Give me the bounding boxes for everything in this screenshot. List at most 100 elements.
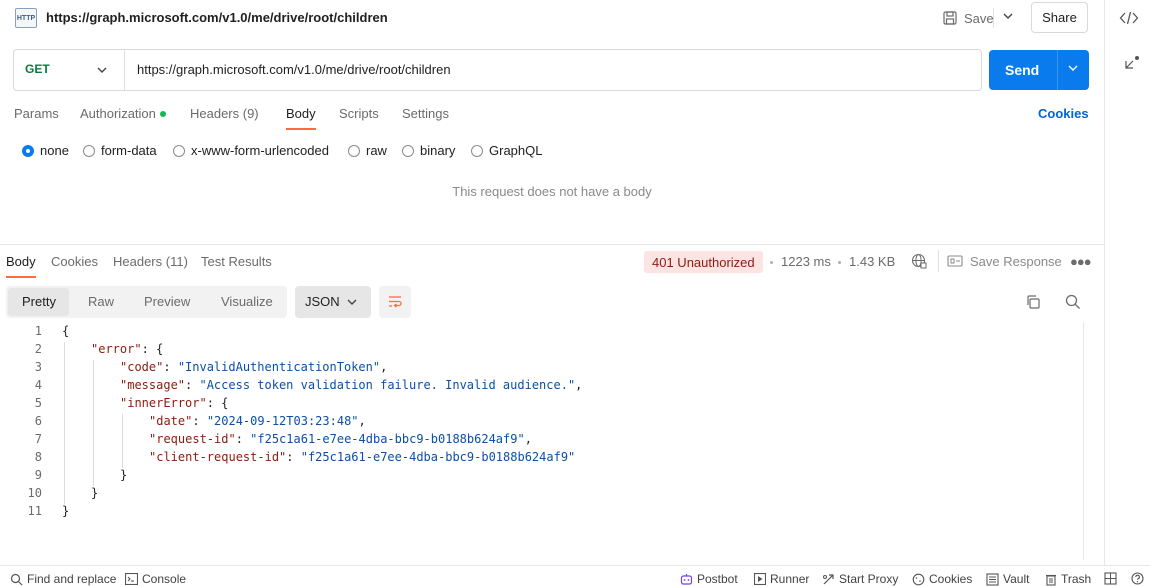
indent-guide xyxy=(93,360,94,486)
copy-icon[interactable] xyxy=(1025,294,1041,313)
layout-toggle-icon[interactable] xyxy=(1104,572,1117,585)
vault-button[interactable]: Vault xyxy=(986,572,1029,586)
indent-guide xyxy=(122,414,123,468)
view-mode-visualize[interactable]: Visualize xyxy=(221,294,273,309)
trash-icon xyxy=(1046,574,1056,586)
wrap-lines-button[interactable] xyxy=(379,286,411,318)
trash-button[interactable]: Trash xyxy=(1045,572,1091,586)
no-body-message: This request does not have a body xyxy=(452,184,652,199)
save-options-chevron-icon[interactable] xyxy=(1002,10,1014,25)
code-line: "innerError": { xyxy=(120,396,229,410)
line-number: 2 xyxy=(34,342,42,356)
cookie-icon xyxy=(912,573,925,585)
cookies-button[interactable]: Cookies xyxy=(912,572,972,586)
view-mode-pretty[interactable]: Pretty xyxy=(22,294,56,309)
format-label[interactable]: JSON xyxy=(305,294,340,309)
body-type-binary[interactable]: binary xyxy=(402,143,455,158)
line-number: 6 xyxy=(34,414,42,428)
url-input[interactable]: https://graph.microsoft.com/v1.0/me/driv… xyxy=(137,62,451,77)
format-chevron-down-icon[interactable] xyxy=(346,296,358,311)
statusbar-label: Postbot xyxy=(697,572,738,586)
method-selector[interactable]: GET xyxy=(25,62,50,76)
tab-params[interactable]: Params xyxy=(14,106,59,121)
response-tab-test-results[interactable]: Test Results xyxy=(201,254,272,269)
response-tab-headers[interactable]: Headers (11) xyxy=(113,254,188,269)
postbot-button[interactable]: Postbot xyxy=(680,572,738,586)
main-panel: HTTP https://graph.microsoft.com/v1.0/me… xyxy=(0,0,1104,586)
radio-icon xyxy=(173,144,185,157)
request-response-divider[interactable] xyxy=(0,244,1104,245)
help-icon[interactable] xyxy=(1131,572,1144,585)
code-snippet-icon[interactable] xyxy=(1119,10,1139,29)
save-response-icon[interactable] xyxy=(947,255,963,270)
response-body-editor[interactable]: 1 2 3 4 5 6 7 8 9 10 11 { "error": { "co… xyxy=(0,322,1084,560)
meta-divider xyxy=(938,250,939,272)
tab-scripts[interactable]: Scripts xyxy=(339,106,379,121)
statusbar-label: Vault xyxy=(1003,572,1030,586)
line-number: 11 xyxy=(27,504,42,518)
tab-settings[interactable]: Settings xyxy=(402,106,449,121)
radio-selected-icon xyxy=(22,144,34,157)
tab-headers[interactable]: Headers (9) xyxy=(190,106,259,121)
code-line: "code": "InvalidAuthenticationToken", xyxy=(120,360,388,374)
share-button[interactable]: Share xyxy=(1031,2,1088,33)
related-collections-icon[interactable] xyxy=(1123,54,1141,75)
body-type-form-data[interactable]: form-data xyxy=(83,143,157,158)
postbot-icon xyxy=(680,573,693,585)
radio-label: binary xyxy=(420,143,456,158)
statusbar-label: Trash xyxy=(1061,572,1092,586)
body-type-raw[interactable]: raw xyxy=(348,143,387,158)
find-and-replace-button[interactable]: Find and replace xyxy=(10,572,116,586)
send-divider xyxy=(1057,50,1058,90)
line-number: 10 xyxy=(27,486,42,500)
body-type-graphql[interactable]: GraphQL xyxy=(471,143,542,158)
start-proxy-button[interactable]: Start Proxy xyxy=(822,572,898,586)
line-number: 7 xyxy=(34,432,42,446)
search-icon xyxy=(10,573,23,585)
code-line: { xyxy=(62,324,70,338)
network-globe-icon[interactable] xyxy=(911,253,927,272)
statusbar-label: Start Proxy xyxy=(839,572,899,586)
line-number: 9 xyxy=(34,468,42,482)
cookies-link[interactable]: Cookies xyxy=(1038,106,1089,121)
vault-icon xyxy=(986,572,999,586)
statusbar-label: Console xyxy=(142,572,187,586)
view-mode-raw[interactable]: Raw xyxy=(88,294,114,309)
save-response-button[interactable]: Save Response xyxy=(970,254,1062,269)
tab-body[interactable]: Body xyxy=(286,106,316,121)
statusbar-label: Cookies xyxy=(929,572,973,586)
send-options-chevron-icon[interactable] xyxy=(1067,62,1079,77)
meta-separator xyxy=(770,261,773,264)
response-size[interactable]: 1.43 KB xyxy=(849,254,895,269)
radio-label: raw xyxy=(366,143,387,158)
response-time[interactable]: 1223 ms xyxy=(781,254,831,269)
tab-authorization[interactable]: Authorization xyxy=(80,106,156,121)
method-chevron-down-icon[interactable] xyxy=(96,64,108,79)
code-line: "message": "Access token validation fail… xyxy=(120,378,583,392)
search-icon[interactable] xyxy=(1065,294,1081,313)
view-mode-preview[interactable]: Preview xyxy=(144,294,190,309)
response-tab-body[interactable]: Body xyxy=(6,254,36,269)
editor-scrollbar[interactable] xyxy=(1083,322,1084,560)
runner-button[interactable]: Runner xyxy=(754,572,809,586)
save-divider xyxy=(993,8,994,28)
http-request-icon: HTTP xyxy=(15,8,37,28)
send-label[interactable]: Send xyxy=(1005,62,1039,78)
statusbar-label: Runner xyxy=(770,572,810,586)
body-type-none[interactable]: none xyxy=(22,143,69,158)
radio-label: GraphQL xyxy=(489,143,543,158)
url-divider xyxy=(124,50,125,90)
more-options-icon[interactable]: ●●● xyxy=(1070,254,1092,269)
console-button[interactable]: Console xyxy=(125,572,186,586)
status-badge[interactable]: 401 Unauthorized xyxy=(644,251,763,273)
request-title[interactable]: https://graph.microsoft.com/v1.0/me/driv… xyxy=(46,10,388,25)
save-button[interactable]: Save xyxy=(936,4,1000,32)
response-active-tab-indicator xyxy=(6,276,36,278)
right-sidebar xyxy=(1104,0,1150,565)
code-line: "request-id": "f25c1a61-e7ee-4dba-bbc9-b… xyxy=(149,432,532,446)
radio-icon xyxy=(83,144,95,157)
body-type-urlencoded[interactable]: x-www-form-urlencoded xyxy=(173,143,329,158)
response-tab-cookies[interactable]: Cookies xyxy=(51,254,98,269)
runner-icon xyxy=(754,573,766,585)
code-line: } xyxy=(91,486,99,500)
